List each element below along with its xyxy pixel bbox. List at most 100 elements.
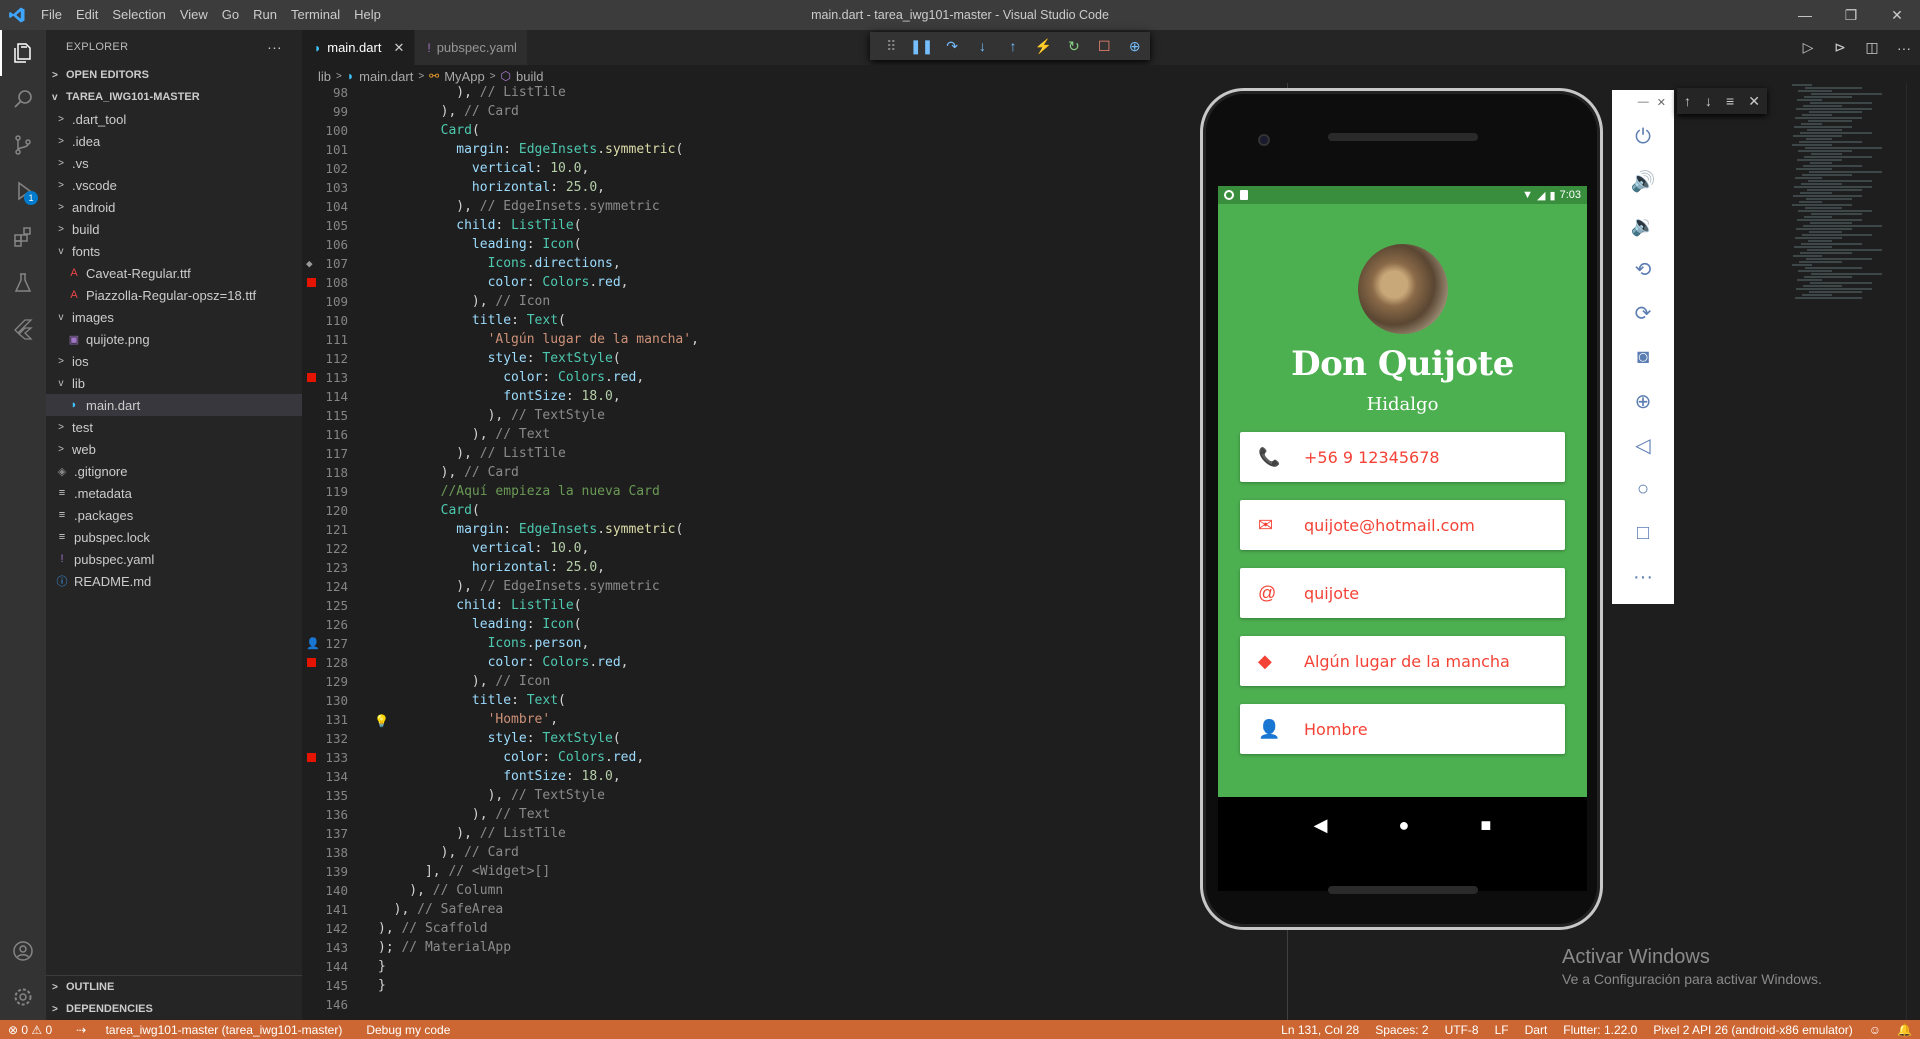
line-number[interactable]: 119 bbox=[302, 482, 348, 501]
menu-selection[interactable]: Selection bbox=[105, 0, 172, 30]
tree-item[interactable]: > web bbox=[46, 438, 302, 460]
arrow-down-icon[interactable]: ↓ bbox=[1705, 93, 1712, 109]
line-number[interactable]: 120 bbox=[302, 501, 348, 520]
extensions-icon[interactable] bbox=[0, 214, 46, 260]
line-number[interactable]: 121 bbox=[302, 520, 348, 539]
testing-flask-icon[interactable] bbox=[0, 260, 46, 306]
line-number[interactable]: 130 bbox=[302, 691, 348, 710]
breadcrumb-item[interactable]: build bbox=[516, 69, 543, 84]
line-number[interactable]: 132 bbox=[302, 729, 348, 748]
more-actions-icon[interactable]: ··· bbox=[267, 39, 282, 55]
home-circle-icon[interactable]: ○ bbox=[1612, 467, 1674, 511]
tree-item[interactable]: > .dart_tool bbox=[46, 108, 302, 130]
menu-go[interactable]: Go bbox=[215, 0, 246, 30]
tree-item[interactable]: v fonts bbox=[46, 240, 302, 262]
dependencies-section[interactable]: > DEPENDENCIES bbox=[46, 998, 302, 1020]
line-number[interactable]: 106 bbox=[302, 235, 348, 254]
code-line[interactable]: 143); // MaterialApp bbox=[302, 938, 1752, 957]
line-number[interactable]: 107 ◆ bbox=[302, 254, 348, 273]
power-icon[interactable]: ⏻ bbox=[1612, 115, 1674, 159]
line-number[interactable]: 98 bbox=[302, 83, 348, 102]
volume-down-icon[interactable]: 🔉 bbox=[1612, 203, 1674, 247]
breadcrumb-item[interactable]: lib bbox=[318, 69, 331, 84]
problems-indicator[interactable]: ⊗ 0 ⚠ 0 bbox=[0, 1023, 60, 1037]
arrow-up-icon[interactable]: ↑ bbox=[1684, 93, 1691, 109]
end-of-line[interactable]: LF bbox=[1487, 1023, 1517, 1037]
contact-card[interactable]: ✉ quijote@hotmail.com bbox=[1240, 500, 1565, 550]
line-number[interactable]: 134 bbox=[302, 767, 348, 786]
close-emulator-icon[interactable]: ✕ bbox=[1657, 96, 1666, 109]
contact-card[interactable]: 👤 Hombre bbox=[1240, 704, 1565, 754]
line-number[interactable]: 129 bbox=[302, 672, 348, 691]
indentation[interactable]: Spaces: 2 bbox=[1367, 1023, 1436, 1037]
tree-item[interactable]: > android bbox=[46, 196, 302, 218]
restore-button[interactable]: ❐ bbox=[1828, 0, 1874, 30]
hot-reload-icon[interactable]: ⚡ bbox=[1028, 38, 1058, 55]
line-number[interactable]: 137 bbox=[302, 824, 348, 843]
line-number[interactable]: 135 bbox=[302, 786, 348, 805]
cursor-position[interactable]: Ln 131, Col 28 bbox=[1273, 1023, 1367, 1037]
line-number[interactable]: 138 bbox=[302, 843, 348, 862]
line-number[interactable]: 114 bbox=[302, 387, 348, 406]
line-number[interactable]: 116 bbox=[302, 425, 348, 444]
workspace-root-section[interactable]: v TAREA_IWG101-MASTER bbox=[46, 86, 302, 108]
line-number[interactable]: 124 bbox=[302, 577, 348, 596]
tree-item[interactable]: ◈ .gitignore bbox=[46, 460, 302, 482]
emulator-screen[interactable]: ▼ ◢ ▮ 7:03 Don Quijote Hidalgo 📞 +56 9 12… bbox=[1218, 186, 1587, 891]
menu-edit[interactable]: Edit bbox=[69, 0, 105, 30]
tree-item[interactable]: > test bbox=[46, 416, 302, 438]
tree-item[interactable]: > build bbox=[46, 218, 302, 240]
line-number[interactable]: 131 bbox=[302, 710, 348, 729]
line-number[interactable]: 144 bbox=[302, 957, 348, 976]
step-over-icon[interactable]: ↷ bbox=[937, 38, 967, 55]
flutter-icon[interactable] bbox=[0, 306, 46, 352]
run-icon[interactable]: ▷ bbox=[1792, 39, 1824, 56]
run-debug-icon[interactable]: 1 bbox=[0, 168, 46, 214]
line-number[interactable]: 108 bbox=[302, 273, 348, 292]
line-number[interactable]: 101 bbox=[302, 140, 348, 159]
debug-target[interactable]: ⇢ tarea_iwg101-master (tarea_iwg101-mast… bbox=[60, 1023, 358, 1037]
source-control-icon[interactable] bbox=[0, 122, 46, 168]
restart-icon[interactable]: ↻ bbox=[1059, 38, 1089, 55]
drag-handle-icon[interactable]: ⠿ bbox=[876, 38, 906, 55]
contact-card[interactable]: @ quijote bbox=[1240, 568, 1565, 618]
debug-run-icon[interactable]: ⊳ bbox=[1824, 39, 1856, 56]
tree-item[interactable]: ≡ pubspec.lock bbox=[46, 526, 302, 548]
line-number[interactable]: 122 bbox=[302, 539, 348, 558]
line-number[interactable]: 127 👤 bbox=[302, 634, 348, 653]
line-number[interactable]: 141 bbox=[302, 900, 348, 919]
breakpoint-icon[interactable] bbox=[307, 658, 316, 667]
inspect-widget-icon[interactable]: ⊕ bbox=[1120, 38, 1150, 55]
explorer-icon[interactable] bbox=[0, 30, 46, 76]
zoom-icon[interactable]: ⊕ bbox=[1612, 379, 1674, 423]
back-button[interactable]: ◀ bbox=[1314, 815, 1328, 836]
line-number[interactable]: 109 bbox=[302, 292, 348, 311]
line-number[interactable]: 133 bbox=[302, 748, 348, 767]
tree-item[interactable]: A Piazzolla-Regular-opsz=18.ttf bbox=[46, 284, 302, 306]
account-icon[interactable] bbox=[0, 928, 46, 974]
tree-item[interactable]: ▣ quijote.png bbox=[46, 328, 302, 350]
tab-pubspec-yaml[interactable]: ! pubspec.yaml bbox=[415, 30, 528, 65]
home-button[interactable]: ● bbox=[1399, 815, 1410, 836]
breadcrumb-item[interactable]: main.dart bbox=[359, 69, 413, 84]
line-number[interactable]: 143 bbox=[302, 938, 348, 957]
debug-my-code-toggle[interactable]: Debug my code bbox=[358, 1023, 458, 1037]
breadcrumb-item[interactable]: MyApp bbox=[444, 69, 484, 84]
close-tab-icon[interactable]: ✕ bbox=[393, 40, 404, 56]
minimize-button[interactable]: — bbox=[1782, 0, 1828, 30]
tree-item[interactable]: v lib bbox=[46, 372, 302, 394]
tree-item[interactable]: > .vscode bbox=[46, 174, 302, 196]
stop-icon[interactable]: ☐ bbox=[1089, 38, 1119, 55]
line-number[interactable]: 117 bbox=[302, 444, 348, 463]
line-number[interactable]: 142 bbox=[302, 919, 348, 938]
line-number[interactable]: 111 bbox=[302, 330, 348, 349]
tree-item[interactable]: ! pubspec.yaml bbox=[46, 548, 302, 570]
breakpoint-icon[interactable] bbox=[307, 373, 316, 382]
rotate-left-icon[interactable]: ⟲ bbox=[1612, 247, 1674, 291]
tree-item[interactable]: v images bbox=[46, 306, 302, 328]
search-icon[interactable] bbox=[0, 76, 46, 122]
screenshot-camera-icon[interactable]: ◙ bbox=[1612, 335, 1674, 379]
more-options-icon[interactable]: ··· bbox=[1612, 555, 1674, 599]
minimap[interactable] bbox=[1792, 83, 1902, 383]
toggle-selection-icon[interactable]: ≡ bbox=[1726, 93, 1734, 109]
